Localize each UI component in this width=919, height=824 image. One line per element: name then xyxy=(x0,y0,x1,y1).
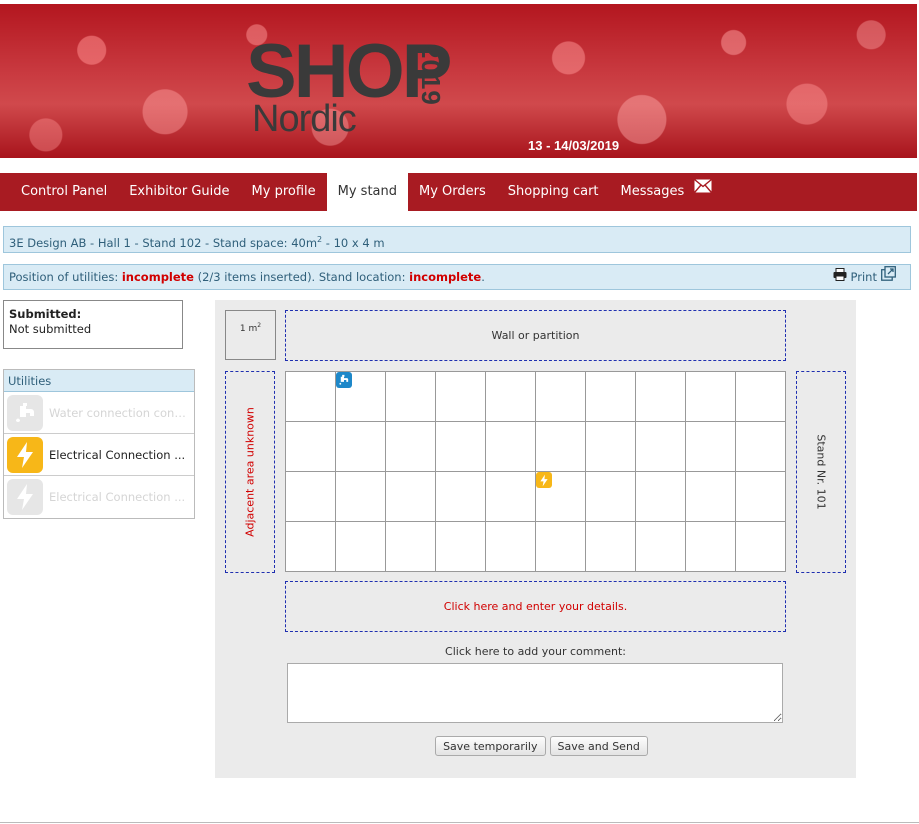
grid-cell[interactable] xyxy=(736,472,786,522)
grid-cell[interactable] xyxy=(536,522,586,572)
logo-year-text: 2019 xyxy=(416,44,446,106)
grid-cell[interactable] xyxy=(536,422,586,472)
nav-exhibitor-guide[interactable]: Exhibitor Guide xyxy=(118,173,240,211)
envelope-icon xyxy=(694,171,713,209)
wall-partition-zone[interactable]: Wall or partition xyxy=(285,310,786,361)
neighbor-stand-zone[interactable]: Stand Nr. 101 xyxy=(796,371,846,573)
grid-cell[interactable] xyxy=(336,372,386,422)
grid-cell[interactable] xyxy=(636,422,686,472)
stand-info-text: 3E Design AB - Hall 1 - Stand 102 - Stan… xyxy=(9,235,318,250)
status-text: (2/3 items inserted). Stand location: xyxy=(193,270,410,284)
status-text: Position of utilities: xyxy=(9,270,122,284)
grid-cell[interactable] xyxy=(286,472,336,522)
grid-cell[interactable] xyxy=(686,372,736,422)
comment-textarea[interactable] xyxy=(287,663,783,723)
logo-nordic-text: Nordic xyxy=(252,98,357,140)
grid-cell[interactable] xyxy=(436,372,486,422)
location-status: incomplete xyxy=(409,270,482,284)
lightning-icon xyxy=(7,479,43,515)
grid-cell[interactable] xyxy=(386,472,436,522)
grid-cell[interactable] xyxy=(286,522,336,572)
grid-cell[interactable] xyxy=(586,422,636,472)
nav-my-stand[interactable]: My stand xyxy=(326,173,409,211)
submitted-value: Not submitted xyxy=(9,322,92,336)
grid-cell[interactable] xyxy=(336,422,386,472)
lightning-icon xyxy=(7,436,43,473)
action-buttons: Save temporarily Save and Send xyxy=(215,736,856,756)
placed-electrical-icon[interactable] xyxy=(536,472,552,488)
grid-cell[interactable] xyxy=(636,372,686,422)
external-window-icon xyxy=(881,265,896,290)
grid-cell[interactable] xyxy=(736,372,786,422)
grid-cell[interactable] xyxy=(586,522,636,572)
grid-cell[interactable] xyxy=(586,472,636,522)
print-label: Print xyxy=(850,270,877,284)
grid-cell[interactable] xyxy=(486,422,536,472)
nav-control-panel[interactable]: Control Panel xyxy=(0,173,118,211)
grid-cell[interactable] xyxy=(386,372,436,422)
grid-cell[interactable] xyxy=(436,522,486,572)
grid-cell[interactable] xyxy=(536,472,586,522)
stand-info-bar: 3E Design AB - Hall 1 - Stand 102 - Stan… xyxy=(3,226,911,253)
utilities-status: incomplete xyxy=(121,270,194,284)
grid-cell[interactable] xyxy=(436,472,486,522)
nav-shopping-cart[interactable]: Shopping cart xyxy=(497,173,610,211)
nav-my-profile[interactable]: My profile xyxy=(241,173,327,211)
header-banner: SHOP 2019 Nordic 13 - 14/03/2019 xyxy=(0,4,917,158)
nav-messages[interactable]: Messages xyxy=(610,173,724,211)
water-tap-icon xyxy=(7,394,43,431)
status-text: . xyxy=(481,270,485,284)
event-dates: 13 - 14/03/2019 xyxy=(528,138,620,153)
enter-details-zone[interactable]: Click here and enter your details. xyxy=(285,581,786,632)
placed-water-icon[interactable] xyxy=(336,372,352,388)
footer-divider xyxy=(0,822,919,823)
utilities-panel: Utilities Water connection consi... Elec… xyxy=(3,369,195,519)
grid-cell[interactable] xyxy=(286,372,336,422)
grid-cell[interactable] xyxy=(286,422,336,472)
grid-cell[interactable] xyxy=(586,372,636,422)
utilities-header: Utilities xyxy=(4,370,194,392)
print-link[interactable]: Print xyxy=(833,265,896,290)
grid-cell[interactable] xyxy=(436,422,486,472)
stand-editor: 1 m2 Wall or partition Adjacent area unk… xyxy=(215,300,856,778)
stand-grid[interactable] xyxy=(285,371,786,572)
grid-cell[interactable] xyxy=(336,522,386,572)
utility-item-electrical-1[interactable]: Electrical Connection ... xyxy=(4,434,194,476)
grid-cell[interactable] xyxy=(336,472,386,522)
save-temporarily-button[interactable]: Save temporarily xyxy=(435,736,546,756)
adjacent-area-zone[interactable]: Adjacent area unknown xyxy=(225,371,275,573)
status-bar: Position of utilities: incomplete (2/3 i… xyxy=(3,264,911,290)
comment-label: Click here to add your comment: xyxy=(445,645,626,658)
grid-cell[interactable] xyxy=(386,522,436,572)
submission-status-box: Submitted: Not submitted xyxy=(3,300,183,349)
utility-label: Water connection consi... xyxy=(49,405,189,420)
grid-cell[interactable] xyxy=(486,522,536,572)
grid-cell[interactable] xyxy=(736,522,786,572)
grid-cell[interactable] xyxy=(686,422,736,472)
printer-icon xyxy=(833,265,847,290)
grid-cell[interactable] xyxy=(686,472,736,522)
utility-label: Electrical Connection ... xyxy=(49,447,186,462)
grid-cell[interactable] xyxy=(386,422,436,472)
main-nav: Control Panel Exhibitor Guide My profile… xyxy=(0,173,917,211)
grid-cell[interactable] xyxy=(636,472,686,522)
grid-cell[interactable] xyxy=(486,372,536,422)
utility-item-electrical-2[interactable]: Electrical Connection ... xyxy=(4,476,194,518)
nav-my-orders[interactable]: My Orders xyxy=(408,173,497,211)
save-and-send-button[interactable]: Save and Send xyxy=(549,736,648,756)
grid-cell[interactable] xyxy=(686,522,736,572)
utility-label: Electrical Connection ... xyxy=(49,490,186,504)
stand-info-suffix: - 10 x 4 m xyxy=(322,235,385,250)
square-meter-legend: 1 m2 xyxy=(225,310,276,360)
grid-cell[interactable] xyxy=(486,472,536,522)
utility-item-water[interactable]: Water connection consi... xyxy=(4,392,194,434)
grid-cell[interactable] xyxy=(636,522,686,572)
submitted-label: Submitted: xyxy=(9,307,82,321)
grid-cell[interactable] xyxy=(736,422,786,472)
grid-cell[interactable] xyxy=(536,372,586,422)
